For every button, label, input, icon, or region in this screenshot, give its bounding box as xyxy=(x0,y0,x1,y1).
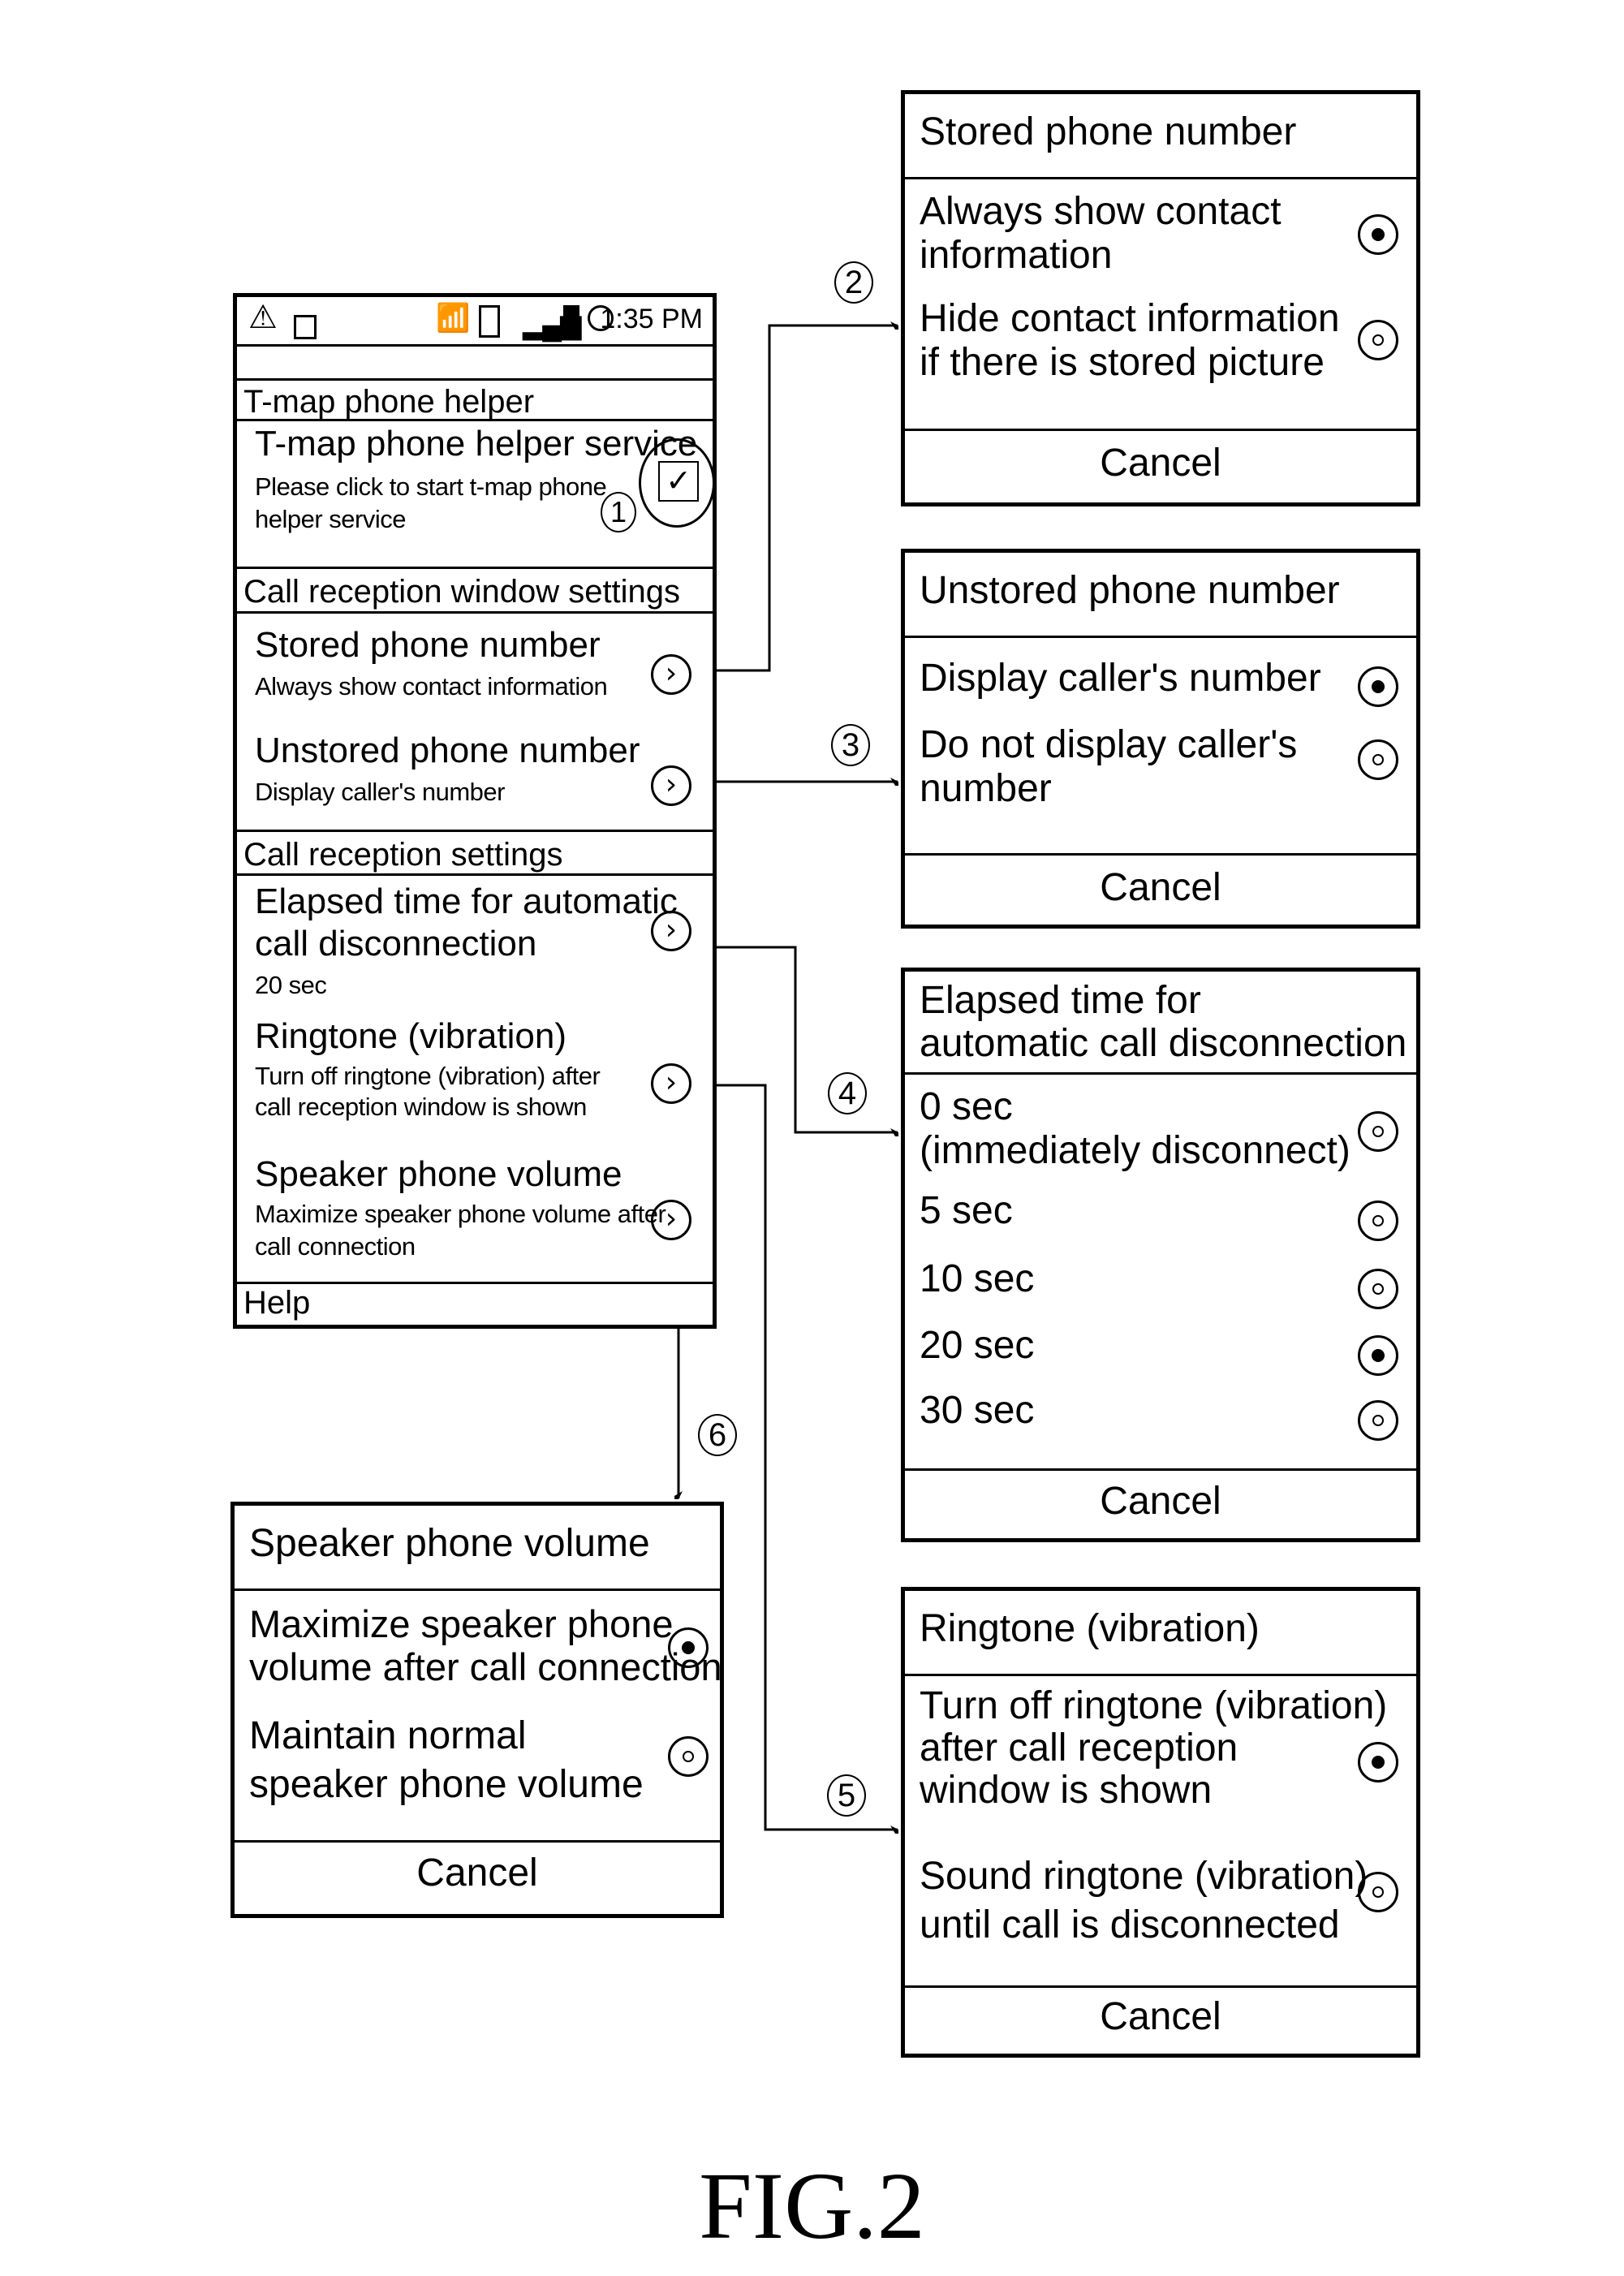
dialog-elapsed-time: Elapsed time for automatic call disconne… xyxy=(901,968,1420,1542)
setting-speaker-volume[interactable]: Speaker phone volume Maximize speaker ph… xyxy=(237,1151,713,1285)
figure-label: FIG.2 xyxy=(699,2153,925,2259)
cancel-button[interactable]: Cancel xyxy=(905,1996,1416,2037)
radio-button[interactable] xyxy=(1358,1400,1398,1441)
radio-option[interactable]: 0 sec (immediately disconnect) xyxy=(905,1085,1416,1175)
setting-ringtone[interactable]: Ringtone (vibration) Turn off ringtone (… xyxy=(237,1013,713,1151)
dialog-title: Ringtone (vibration) xyxy=(920,1607,1260,1650)
radio-option[interactable]: Maintain normal speaker phone volume xyxy=(235,1712,720,1817)
radio-button[interactable] xyxy=(668,1736,709,1777)
dialog-unstored-phone-number: Unstored phone number Display caller's n… xyxy=(901,549,1420,929)
radio-option[interactable]: Hide contact information if there is sto… xyxy=(905,297,1416,403)
radio-option[interactable]: 30 sec xyxy=(905,1389,1416,1446)
help-item[interactable]: Help xyxy=(243,1286,310,1320)
radio-option[interactable]: 10 sec xyxy=(905,1257,1416,1314)
radio-button[interactable] xyxy=(1358,1872,1398,1912)
chevron-right-icon[interactable]: › xyxy=(651,654,691,695)
cancel-button[interactable]: Cancel xyxy=(235,1852,720,1894)
setting-stored-phone-number[interactable]: Stored phone number Always show contact … xyxy=(237,614,713,719)
dialog-speaker-volume: Speaker phone volume Maximize speaker ph… xyxy=(230,1502,724,1918)
service-subtitle-1: Please click to start t-map phone xyxy=(255,472,607,501)
callout-2: 2 xyxy=(834,261,873,304)
lock-icon xyxy=(294,315,317,339)
radio-option[interactable]: Turn off ringtone (vibration) after call… xyxy=(905,1684,1416,1823)
setting-elapsed-time[interactable]: Elapsed time for automatic call disconne… xyxy=(237,875,713,1013)
cancel-button[interactable]: Cancel xyxy=(905,867,1416,908)
status-bar: ⚠ 📶 ▂▄▆ 1:35 PM xyxy=(237,297,713,346)
dialog-title: Unstored phone number xyxy=(920,569,1340,612)
radio-button[interactable] xyxy=(1358,1201,1398,1241)
warning-icon: ⚠ xyxy=(248,300,278,335)
section-header-window: Call reception window settings xyxy=(243,574,681,610)
radio-option[interactable]: Sound ringtone (vibration) until call is… xyxy=(905,1852,1416,1958)
section-header-reception: Call reception settings xyxy=(243,837,563,873)
radio-option[interactable]: 20 sec xyxy=(905,1324,1416,1381)
chevron-right-icon[interactable]: › xyxy=(651,765,691,806)
service-checkbox[interactable]: ✓ xyxy=(658,461,699,502)
vibrate-icon xyxy=(479,305,500,338)
section-header-app: T-map phone helper xyxy=(243,384,535,420)
dialog-title: Elapsed time for automatic call disconne… xyxy=(920,979,1407,1065)
dialog-stored-phone-number: Stored phone number Always show contact … xyxy=(901,90,1420,506)
chevron-right-icon[interactable]: › xyxy=(651,911,691,951)
chevron-right-icon[interactable]: › xyxy=(651,1063,691,1104)
radio-button-selected[interactable] xyxy=(668,1627,709,1668)
wifi-icon: 📶 xyxy=(436,303,471,334)
radio-button[interactable] xyxy=(1358,1111,1398,1152)
phone-screen: ⚠ 📶 ▂▄▆ 1:35 PM T-map phone helper T-map… xyxy=(233,293,717,1329)
dialog-title: Speaker phone volume xyxy=(249,1522,650,1565)
radio-button-selected[interactable] xyxy=(1358,1335,1398,1376)
radio-button[interactable] xyxy=(1358,1269,1398,1309)
radio-button-selected[interactable] xyxy=(1358,666,1398,707)
dialog-title: Stored phone number xyxy=(920,110,1297,153)
service-toggle-row[interactable]: T-map phone helper service Please click … xyxy=(237,420,715,567)
callout-1: 1 xyxy=(601,492,636,532)
status-time: 1:35 PM xyxy=(600,304,703,334)
radio-option[interactable]: Maximize speaker phone volume after call… xyxy=(235,1602,722,1701)
chevron-right-icon[interactable]: › xyxy=(651,1200,691,1240)
radio-option[interactable]: Do not display caller's number xyxy=(905,723,1416,821)
callout-5: 5 xyxy=(827,1774,866,1817)
radio-option[interactable]: 5 sec xyxy=(905,1189,1416,1246)
callout-6: 6 xyxy=(698,1414,737,1456)
arrow-elapsed xyxy=(699,946,898,1132)
radio-button-selected[interactable] xyxy=(1358,214,1398,255)
radio-button[interactable] xyxy=(1358,320,1398,360)
service-title: T-map phone helper service xyxy=(255,424,698,463)
radio-button-selected[interactable] xyxy=(1358,1742,1398,1782)
callout-4: 4 xyxy=(828,1072,867,1114)
radio-button[interactable] xyxy=(1358,739,1398,780)
radio-option[interactable]: Display caller's number xyxy=(905,657,1416,713)
setting-unstored-phone-number[interactable]: Unstored phone number Display caller's n… xyxy=(237,719,713,825)
arrow-ringtone xyxy=(699,1084,898,1830)
cancel-button[interactable]: Cancel xyxy=(905,442,1416,484)
dialog-ringtone: Ringtone (vibration) Turn off ringtone (… xyxy=(901,1587,1420,2058)
battery-icon xyxy=(563,305,579,338)
cancel-button[interactable]: Cancel xyxy=(905,1481,1416,1522)
callout-3: 3 xyxy=(831,724,870,766)
arrow-stored xyxy=(699,325,898,672)
service-subtitle-2: helper service xyxy=(255,505,406,533)
radio-option[interactable]: Always show contact information xyxy=(905,190,1416,287)
